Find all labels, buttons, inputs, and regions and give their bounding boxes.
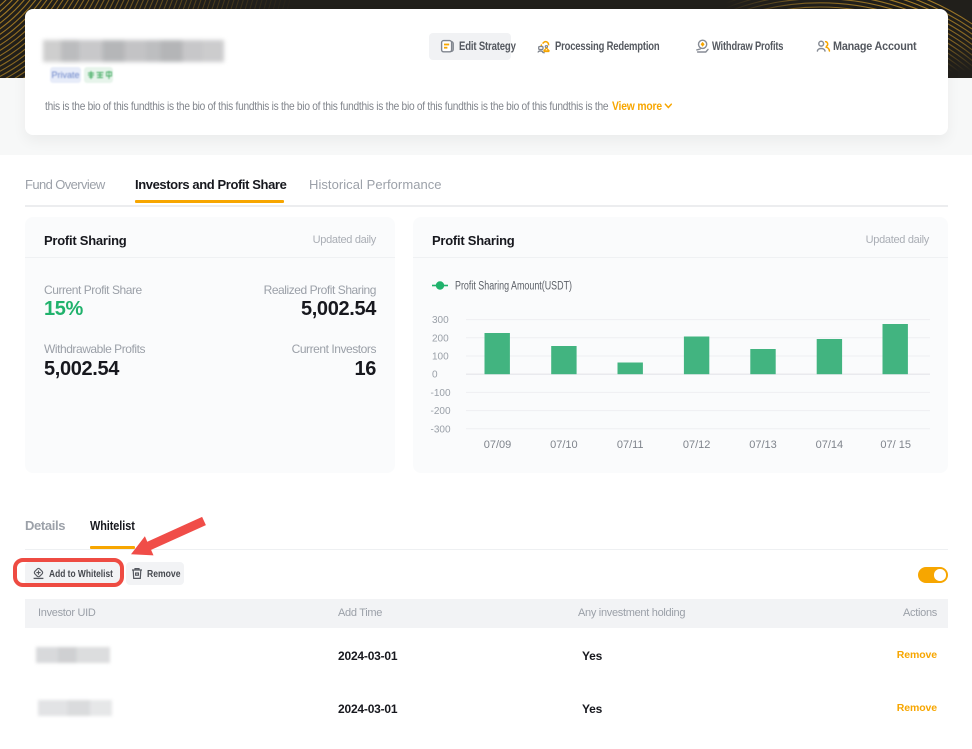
svg-text:07/12: 07/12 (683, 439, 711, 451)
svg-text:Profit Sharing Amount(USDT): Profit Sharing Amount(USDT) (455, 281, 572, 293)
svg-text:07/09: 07/09 (484, 439, 512, 451)
svg-text:07/13: 07/13 (749, 439, 777, 451)
svg-text:-200: -200 (431, 406, 451, 417)
svg-text:-100: -100 (431, 388, 451, 399)
svg-text:-300: -300 (431, 424, 451, 435)
svg-text:07/10: 07/10 (550, 439, 578, 451)
svg-text:07/11: 07/11 (617, 439, 644, 451)
svg-text:200: 200 (432, 333, 449, 344)
svg-text:07/14: 07/14 (816, 439, 844, 451)
svg-text:07/ 15: 07/ 15 (880, 439, 911, 451)
svg-text:0: 0 (432, 370, 438, 381)
svg-text:300: 300 (432, 315, 449, 326)
svg-text:100: 100 (432, 352, 449, 363)
